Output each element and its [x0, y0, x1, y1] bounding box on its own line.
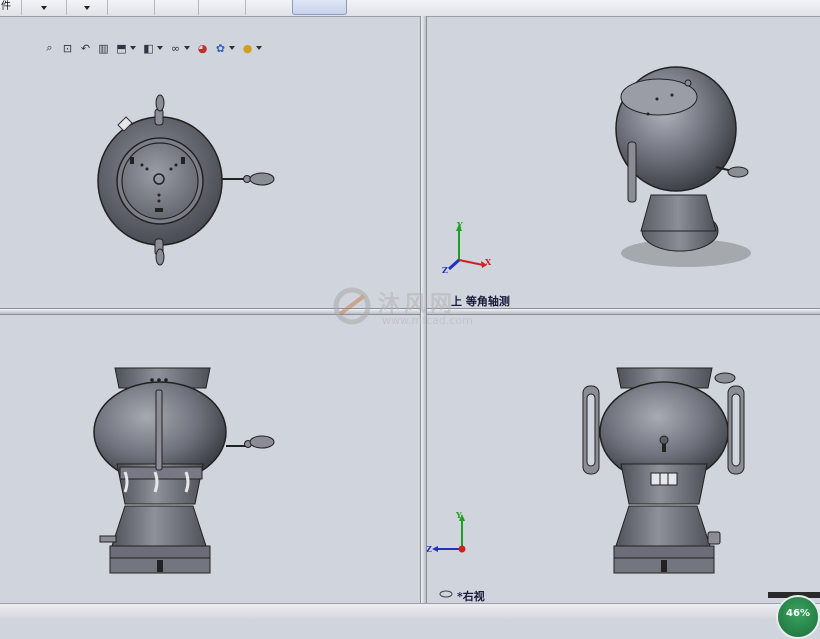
zoom-to-area-icon[interactable]: ⊡ — [60, 41, 75, 56]
watermark-emblem-icon — [333, 287, 371, 325]
chevron-down-icon[interactable] — [256, 46, 262, 50]
watermark-url: www.mfcad.com — [382, 314, 473, 327]
view-settings-icon[interactable]: ● — [240, 41, 255, 56]
zoom-to-fit-icon[interactable]: ⌕ — [42, 41, 57, 56]
chevron-down-icon — [84, 6, 90, 10]
heads-up-view-toolbar: ⌕ ⊡ ↶ ▥ ⬒ ◧ ∞ ◕ ✿ ● — [42, 38, 264, 58]
model-right-view — [432, 367, 745, 598]
viewport-front[interactable] — [0, 314, 420, 603]
viewport-right[interactable]: Y Z *右视 — [426, 314, 820, 603]
menu-tab-4[interactable] — [108, 0, 155, 15]
previous-view-icon[interactable]: ↶ — [78, 41, 93, 56]
viewport-isometric[interactable]: Y X Z 上 等角轴测 — [426, 17, 820, 308]
apply-scene-icon[interactable]: ✿ — [213, 41, 228, 56]
triad-y-label: Y — [457, 220, 463, 230]
chevron-down-icon — [41, 6, 47, 10]
viewport-top[interactable]: ⌕ ⊡ ↶ ▥ ⬒ ◧ ∞ ◕ ✿ ● — [0, 17, 420, 308]
menu-tab-5[interactable] — [155, 0, 199, 15]
menu-tab-file-label: 件 — [1, 1, 11, 12]
triad-x-axis — [458, 259, 484, 266]
triad-x-label: X — [485, 257, 492, 267]
chevron-down-icon[interactable] — [184, 46, 190, 50]
chevron-down-icon[interactable] — [157, 46, 163, 50]
model-front-view — [93, 367, 275, 574]
triad-z-label: Z — [442, 265, 448, 275]
section-view-icon[interactable]: ▥ — [96, 41, 111, 56]
hide-show-items-icon[interactable]: ∞ — [168, 41, 183, 56]
menu-tab-6[interactable] — [199, 0, 246, 15]
progress-percent-badge: 46% — [776, 595, 820, 639]
view-orientation-icon[interactable]: ⬒ — [114, 41, 129, 56]
chevron-down-icon[interactable] — [130, 46, 136, 50]
menu-tab-file[interactable]: 件 — [0, 0, 22, 15]
model-top-view — [97, 94, 275, 266]
triad-z-axis — [447, 258, 461, 271]
status-bar — [0, 603, 820, 619]
command-manager-tabs: 件 — [0, 0, 820, 17]
display-style-icon[interactable]: ◧ — [141, 41, 156, 56]
watermark-logo: 沐风网 www.mfcad.com — [330, 284, 500, 332]
chevron-down-icon[interactable] — [229, 46, 235, 50]
menu-tab-3[interactable] — [67, 0, 108, 15]
edit-appearance-icon[interactable]: ◕ — [195, 41, 210, 56]
view-name-label: *右视 — [457, 590, 485, 603]
triad-y-label: Y — [456, 510, 462, 520]
menu-tab-2[interactable] — [21, 0, 67, 15]
active-tab-button[interactable] — [292, 0, 347, 15]
